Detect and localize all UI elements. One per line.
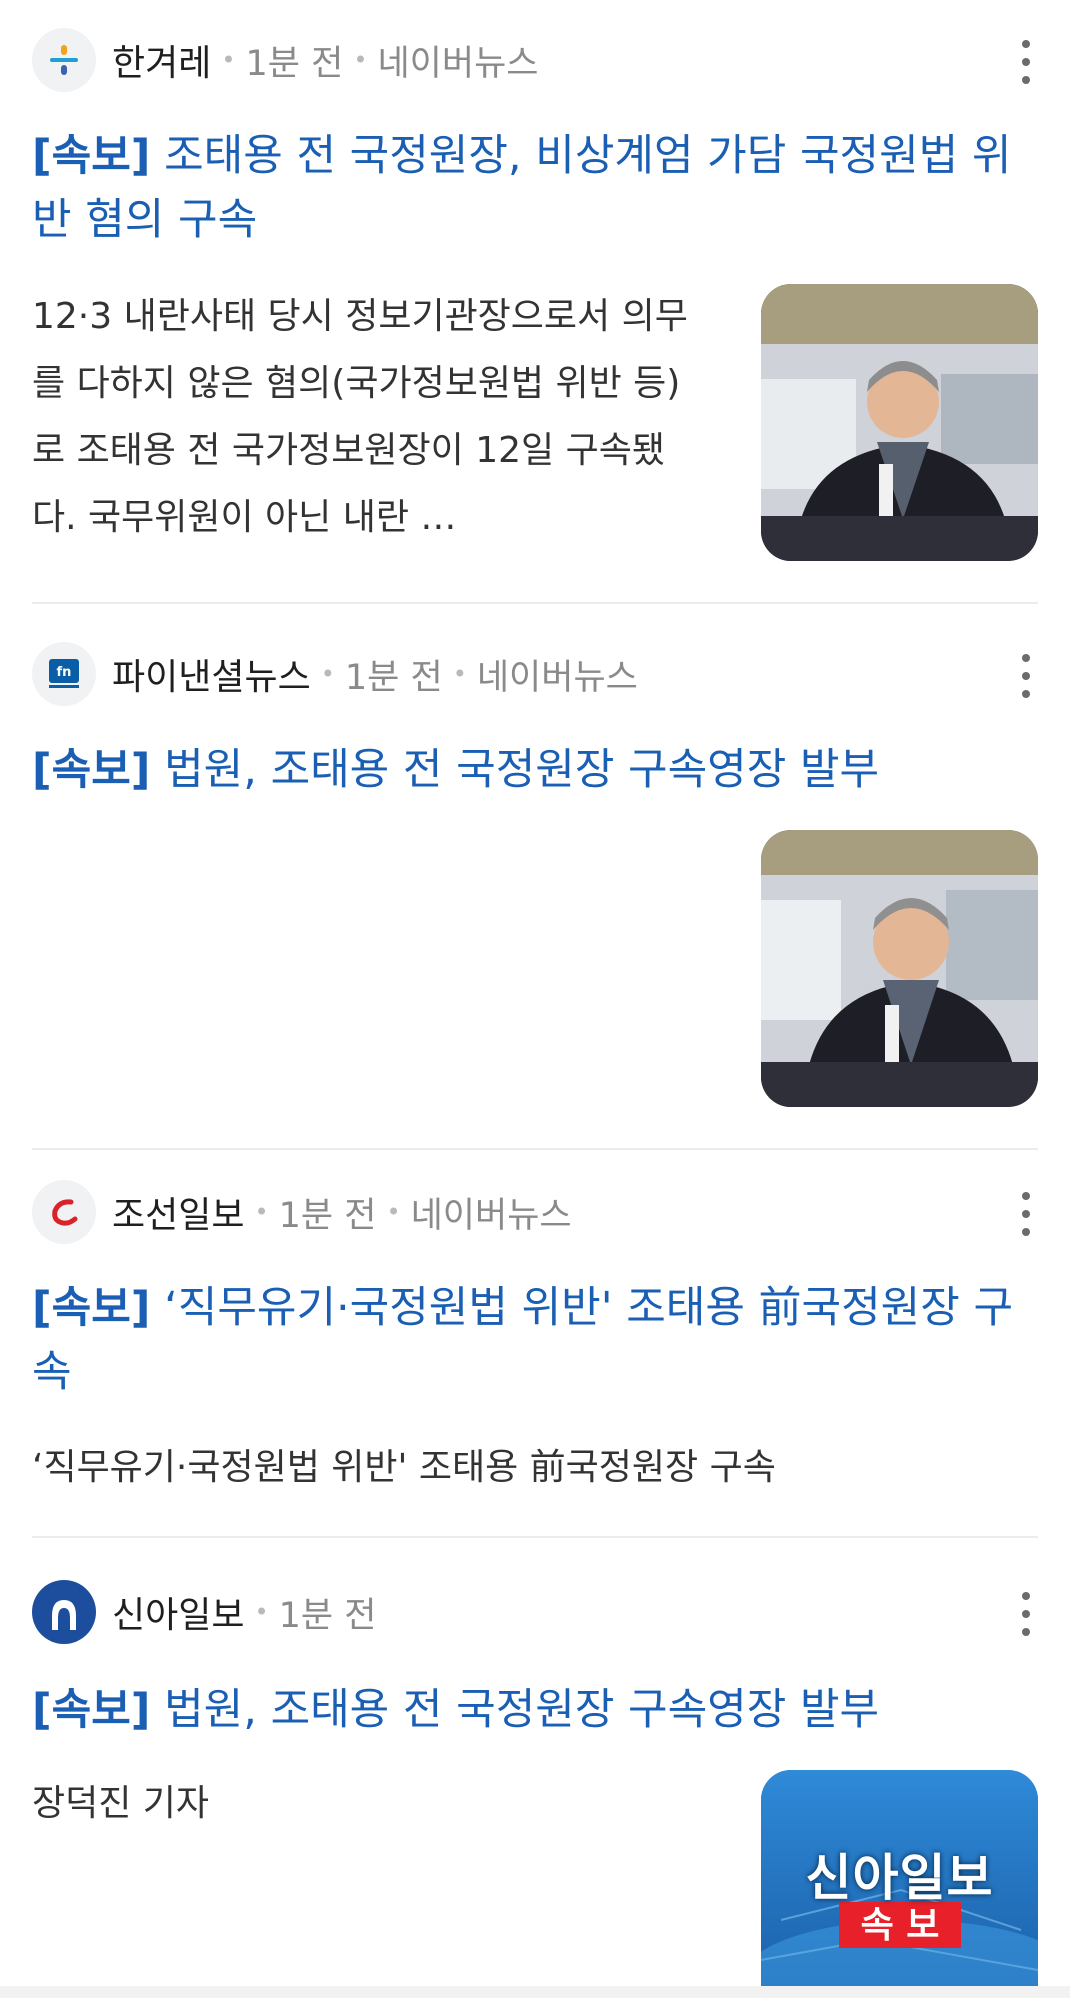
person-photo-icon[interactable] <box>761 284 1038 561</box>
separator-dot: • <box>386 1198 401 1226</box>
headline-link[interactable]: [속보] ‘직무유기·국정원법 위반' 조태용 前국정원장 구속 <box>32 1276 1022 1404</box>
more-vertical-icon[interactable] <box>1014 1192 1038 1236</box>
separator-dot: • <box>353 46 368 74</box>
article-snippet[interactable]: 장덕진 기자 <box>32 1770 692 1837</box>
more-vertical-icon[interactable] <box>1014 1592 1038 1636</box>
source-row: fn 파이낸셜뉴스 • 1분 전 • 네이버뉴스 <box>32 642 1038 706</box>
published-time: 1분 전 <box>278 1195 377 1236</box>
source-name[interactable]: 파이낸셜뉴스 <box>112 648 311 700</box>
breaking-tag: [속보] <box>32 131 151 181</box>
headline-text: ‘직무유기·국정원법 위반' 조태용 前국정원장 구속 <box>32 1283 1014 1397</box>
platform-link[interactable]: 네이버뉴스 <box>477 649 638 700</box>
separator-dot: • <box>320 660 335 688</box>
shinailbo-breaking-thumbnail[interactable]: 신아일보 속 보 <box>761 1770 1038 1998</box>
more-vertical-icon[interactable] <box>1014 40 1038 84</box>
news-card[interactable]: 한겨레 • 1분 전 • 네이버뉴스 [속보] 조태용 전 국정원장, 비상계엄… <box>0 0 1070 604</box>
source-name[interactable]: 신아일보 <box>112 1586 244 1638</box>
separator-dot: • <box>221 46 236 74</box>
breaking-badge: 속 보 <box>860 1905 940 1946</box>
news-card[interactable]: 조선일보 • 1분 전 • 네이버뉴스 [속보] ‘직무유기·국정원법 위반' … <box>0 1150 1070 1538</box>
separator-dot: • <box>452 660 467 688</box>
headline-link[interactable]: [속보] 법원, 조태용 전 국정원장 구속영장 발부 <box>32 738 1022 802</box>
article-snippet[interactable]: 12·3 내란사태 당시 정보기관장으로서 의무를 다하지 않은 혐의(국가정보… <box>32 283 692 551</box>
headline-text: 법원, 조태용 전 국정원장 구속영장 발부 <box>164 745 880 795</box>
platform-link[interactable]: 네이버뉴스 <box>377 35 538 86</box>
separator-dot: • <box>254 1598 269 1626</box>
fn-logo-icon[interactable]: fn <box>32 642 96 706</box>
news-card[interactable]: fn 파이낸셜뉴스 • 1분 전 • 네이버뉴스 [속보] 법원, 조태용 전 … <box>0 604 1070 1150</box>
breaking-tag: [속보] <box>32 1685 151 1735</box>
source-row: 조선일보 • 1분 전 • 네이버뉴스 <box>32 1180 1038 1244</box>
chosun-logo-icon[interactable] <box>32 1180 96 1244</box>
headline-link[interactable]: [속보] 법원, 조태용 전 국정원장 구속영장 발부 <box>32 1678 1022 1742</box>
svg-text:fn: fn <box>57 665 72 680</box>
hankyoreh-logo-icon[interactable] <box>32 28 96 92</box>
published-time: 1분 전 <box>278 1595 377 1636</box>
source-row: 한겨레 • 1분 전 • 네이버뉴스 <box>32 28 1038 92</box>
bottom-edge <box>0 1986 1070 1998</box>
published-time: 1분 전 <box>245 43 344 84</box>
headline-text: 조태용 전 국정원장, 비상계엄 가담 국정원법 위반 혐의 구속 <box>32 131 1012 245</box>
breaking-tag: [속보] <box>32 1283 151 1333</box>
platform-link[interactable]: 네이버뉴스 <box>411 1187 572 1238</box>
headline-link[interactable]: [속보] 조태용 전 국정원장, 비상계엄 가담 국정원법 위반 혐의 구속 <box>32 124 1022 252</box>
thumbnail-title: 신아일보 <box>805 1849 994 1907</box>
source-name[interactable]: 조선일보 <box>112 1186 244 1238</box>
separator-dot: • <box>254 1198 269 1226</box>
news-card[interactable]: 신아일보 • 1분 전 [속보] 법원, 조태용 전 국정원장 구속영장 발부 … <box>0 1538 1070 1998</box>
source-name[interactable]: 한겨레 <box>112 34 211 86</box>
more-vertical-icon[interactable] <box>1014 654 1038 698</box>
published-time: 1분 전 <box>344 657 443 698</box>
news-feed: 한겨레 • 1분 전 • 네이버뉴스 [속보] 조태용 전 국정원장, 비상계엄… <box>0 0 1070 1998</box>
headline-text: 법원, 조태용 전 국정원장 구속영장 발부 <box>164 1685 880 1735</box>
article-snippet[interactable]: ‘직무유기·국정원법 위반' 조태용 前국정원장 구속 <box>32 1434 1032 1501</box>
breaking-tag: [속보] <box>32 745 151 795</box>
person-photo-icon[interactable] <box>761 830 1038 1107</box>
source-row: 신아일보 • 1분 전 <box>32 1580 1038 1644</box>
shinailbo-logo-icon[interactable] <box>32 1580 96 1644</box>
